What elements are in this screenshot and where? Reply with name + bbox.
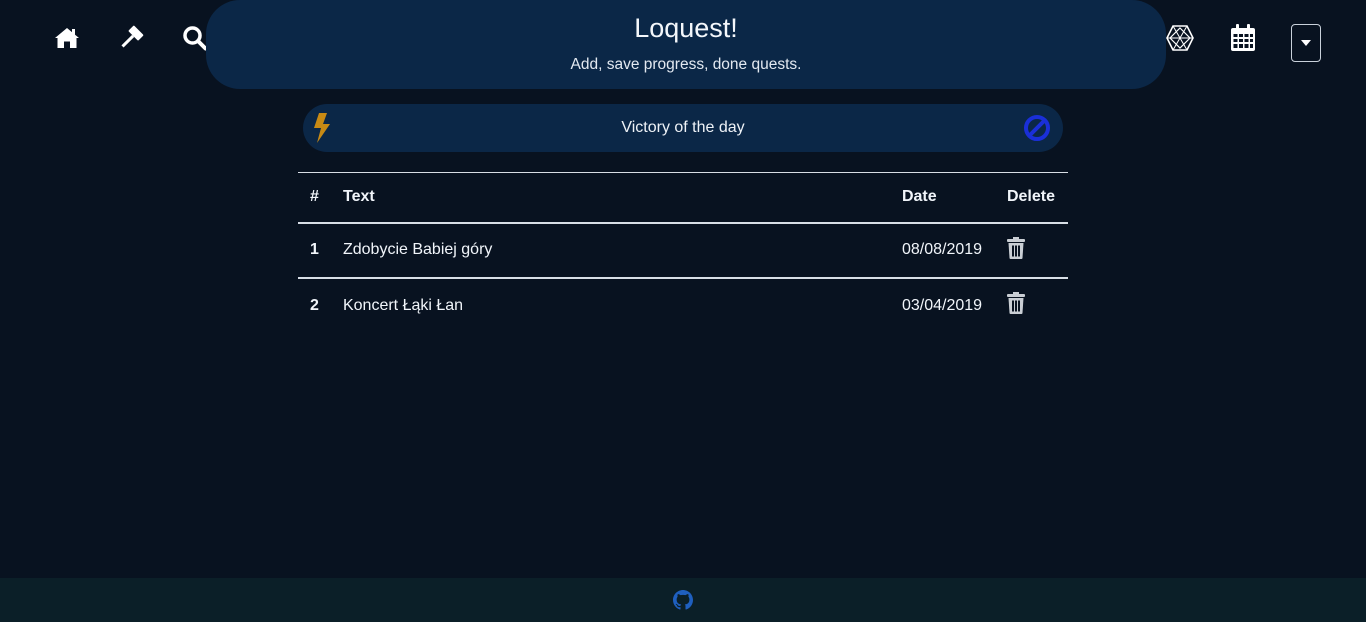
github-icon[interactable] [673,590,693,610]
menu-dropdown-button[interactable] [1291,24,1321,62]
row-text: Koncert Łąki Łan [342,296,464,314]
hexagon-icon[interactable] [1166,24,1194,52]
page-subtitle: Add, save progress, done quests. [570,56,802,73]
trash-icon[interactable] [1006,236,1034,264]
row-delete-cell [1006,278,1068,333]
footer [0,578,1366,622]
page-title: Loquest! [634,13,738,43]
row-number: 2 [310,296,319,314]
gavel-icon[interactable] [117,24,145,52]
column-header-date: Date [901,188,937,206]
table-row: 2 Koncert Łąki Łan 03/04/2019 [298,277,1068,333]
header-banner: Loquest! Add, save progress, done quests… [206,0,1166,89]
table-row: 1 Zdobycie Babiej góry 08/08/2019 [298,223,1068,278]
table-header-row: # Text Date Delete [298,172,1068,223]
row-delete-cell [1006,223,1068,278]
quests-table: # Text Date Delete 1 Zdobycie Babiej gór… [298,172,1068,333]
trash-icon[interactable] [1006,292,1034,319]
home-icon[interactable] [53,24,81,52]
ban-icon[interactable] [1023,114,1051,147]
calendar-icon[interactable] [1229,24,1257,52]
victory-of-the-day-bar: Victory of the day [303,104,1063,152]
column-header-delete: Delete [1006,188,1055,206]
victory-label: Victory of the day [621,119,745,136]
column-header-text: Text [342,188,375,206]
row-date: 03/04/2019 [901,296,983,314]
page: Loquest! Add, save progress, done quests… [0,0,1366,622]
row-text: Zdobycie Babiej góry [342,241,493,258]
search-icon[interactable] [181,24,209,52]
row-date: 08/08/2019 [901,241,983,258]
column-header-number: # [310,188,319,206]
caret-down-icon [1301,40,1311,46]
row-number: 1 [310,241,319,258]
